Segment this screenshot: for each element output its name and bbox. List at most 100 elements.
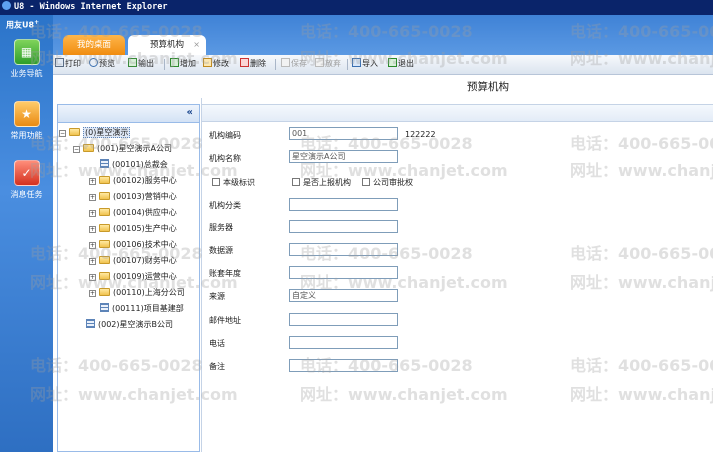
page-title: 预算机构 bbox=[467, 81, 509, 93]
account-year-field[interactable] bbox=[289, 266, 398, 279]
remark-label: 备注 bbox=[209, 362, 225, 371]
tree-node-dept[interactable]: + (00103)营销中心 bbox=[89, 190, 177, 204]
ie-logo-icon bbox=[2, 1, 11, 10]
tree-node-company-a[interactable]: − (001)星空演示A公司 bbox=[73, 142, 172, 156]
org-code-field[interactable] bbox=[289, 127, 398, 140]
close-icon[interactable]: × bbox=[193, 35, 200, 55]
delete-button[interactable]: 删除 bbox=[240, 58, 266, 69]
print-button[interactable]: 打印 bbox=[55, 58, 81, 69]
tree-node-dept[interactable]: + (00110)上海分公司 bbox=[89, 286, 185, 300]
import-button[interactable]: 导入 bbox=[352, 58, 378, 69]
folder-icon bbox=[99, 256, 110, 264]
tree-node-dept[interactable]: + (00106)技术中心 bbox=[89, 238, 177, 252]
expand-toggle-icon[interactable]: + bbox=[89, 242, 96, 249]
org-code-label: 机构编码 bbox=[209, 131, 241, 140]
tree-node-dept[interactable]: + (00104)供应中心 bbox=[89, 206, 177, 220]
add-button[interactable]: 增加 bbox=[170, 58, 196, 69]
tab-strip: 我的桌面 预算机构 × bbox=[53, 15, 713, 55]
expand-toggle-icon[interactable]: + bbox=[89, 258, 96, 265]
remark-field[interactable] bbox=[289, 359, 398, 372]
star-icon: ★ bbox=[13, 101, 40, 127]
watermark-phone: 电话：400-665-0028 bbox=[570, 134, 713, 153]
panel-divider bbox=[201, 98, 202, 452]
add-icon bbox=[170, 58, 179, 67]
document-icon bbox=[86, 319, 95, 328]
expand-toggle-icon[interactable]: + bbox=[89, 178, 96, 185]
rail-item-label: 业务导航 bbox=[10, 69, 43, 78]
org-name-label: 机构名称 bbox=[209, 154, 241, 163]
org-category-field[interactable] bbox=[289, 198, 398, 211]
source-label: 来源 bbox=[209, 292, 225, 301]
toolbar-separator bbox=[347, 59, 348, 70]
expand-toggle-icon[interactable]: + bbox=[89, 210, 96, 217]
collapse-toggle-icon[interactable]: − bbox=[73, 146, 80, 153]
tab-budget-org[interactable]: 预算机构 × bbox=[128, 35, 206, 55]
datasource-field[interactable] bbox=[289, 243, 398, 256]
task-check-icon: ✓ bbox=[13, 160, 40, 186]
document-icon bbox=[100, 303, 109, 312]
tree-node-dept[interactable]: + (00107)财务中心 bbox=[89, 254, 177, 268]
pencil-icon bbox=[203, 58, 212, 67]
export-icon bbox=[128, 58, 137, 67]
folder-icon bbox=[99, 224, 110, 232]
save-icon bbox=[281, 58, 290, 67]
app-rail: 用友U8+ ▦ 业务导航 ★ 常用功能 ✓ 消息任务 bbox=[0, 15, 53, 452]
rail-item-label: 消息任务 bbox=[10, 190, 43, 199]
datasource-label: 数据源 bbox=[209, 246, 233, 255]
rail-item-message-tasks[interactable]: ✓ 消息任务 bbox=[0, 160, 53, 200]
phone-label: 电话 bbox=[209, 339, 225, 348]
tree-node-dept[interactable]: (00101)总裁会 bbox=[100, 158, 168, 172]
folder-icon bbox=[69, 128, 80, 136]
save-button[interactable]: 保存 bbox=[281, 58, 307, 69]
server-field[interactable] bbox=[289, 220, 398, 233]
checkbox-icon bbox=[362, 178, 370, 186]
delete-icon bbox=[240, 58, 249, 67]
source-field[interactable] bbox=[289, 289, 398, 302]
rail-item-business-nav[interactable]: ▦ 业务导航 bbox=[0, 39, 53, 79]
tree-node-dept[interactable]: + (00102)服务中心 bbox=[89, 174, 177, 188]
watermark-site: 网址：www.chanjet.com bbox=[570, 161, 713, 180]
phone-field[interactable] bbox=[289, 336, 398, 349]
export-button[interactable]: 输出 bbox=[128, 58, 154, 69]
folder-icon bbox=[99, 192, 110, 200]
window-titlebar: U8 - Windows Internet Explorer bbox=[0, 0, 713, 15]
tab-my-desktop[interactable]: 我的桌面 bbox=[63, 35, 125, 55]
expand-toggle-icon[interactable]: + bbox=[89, 194, 96, 201]
tree-node-company-b[interactable]: (002)星空演示B公司 bbox=[86, 318, 173, 332]
folder-icon bbox=[99, 272, 110, 280]
checkbox-icon bbox=[292, 178, 300, 186]
expand-toggle-icon[interactable]: + bbox=[89, 290, 96, 297]
expand-toggle-icon[interactable]: + bbox=[89, 274, 96, 281]
expand-toggle-icon[interactable]: + bbox=[89, 226, 96, 233]
edit-button[interactable]: 修改 bbox=[203, 58, 229, 69]
folder-icon bbox=[99, 288, 110, 296]
tree-node-dept[interactable]: + (00109)运营中心 bbox=[89, 270, 177, 284]
collapse-toggle-icon[interactable]: − bbox=[59, 130, 66, 137]
folder-icon bbox=[99, 208, 110, 216]
email-field[interactable] bbox=[289, 313, 398, 326]
checkbox-icon bbox=[212, 178, 220, 186]
collapse-panel-button[interactable]: « bbox=[187, 107, 193, 118]
tree-node-dept[interactable]: (00111)项目基建部 bbox=[100, 302, 184, 316]
window-title: U8 - Windows Internet Explorer bbox=[14, 2, 168, 12]
tree-node-root[interactable]: − (0)星空演示 bbox=[59, 126, 131, 140]
org-name-field[interactable] bbox=[289, 150, 398, 163]
rail-item-common-functions[interactable]: ★ 常用功能 bbox=[0, 101, 53, 141]
folder-icon bbox=[99, 240, 110, 248]
business-nav-icon: ▦ bbox=[13, 39, 40, 65]
watermark-site: 网址：www.chanjet.com bbox=[570, 385, 713, 404]
exit-button[interactable]: 退出 bbox=[388, 58, 414, 69]
report-org-checkbox[interactable]: 是否上报机构 bbox=[292, 177, 351, 188]
local-flag-checkbox[interactable]: 本级标识 bbox=[212, 177, 255, 188]
form-header-strip bbox=[202, 104, 713, 122]
preview-button[interactable]: 预览 bbox=[89, 58, 115, 69]
import-icon bbox=[352, 58, 361, 67]
rail-item-label: 常用功能 bbox=[10, 131, 43, 140]
account-year-label: 账套年度 bbox=[209, 269, 241, 278]
approval-right-checkbox[interactable]: 公司审批权 bbox=[362, 177, 413, 188]
toolbar-separator bbox=[275, 59, 276, 70]
tree-panel-header: « bbox=[58, 105, 199, 123]
cancel-button[interactable]: 放弃 bbox=[315, 58, 341, 69]
tree-node-dept[interactable]: + (00105)生产中心 bbox=[89, 222, 177, 236]
watermark-phone: 电话：400-665-0028 bbox=[570, 244, 713, 263]
